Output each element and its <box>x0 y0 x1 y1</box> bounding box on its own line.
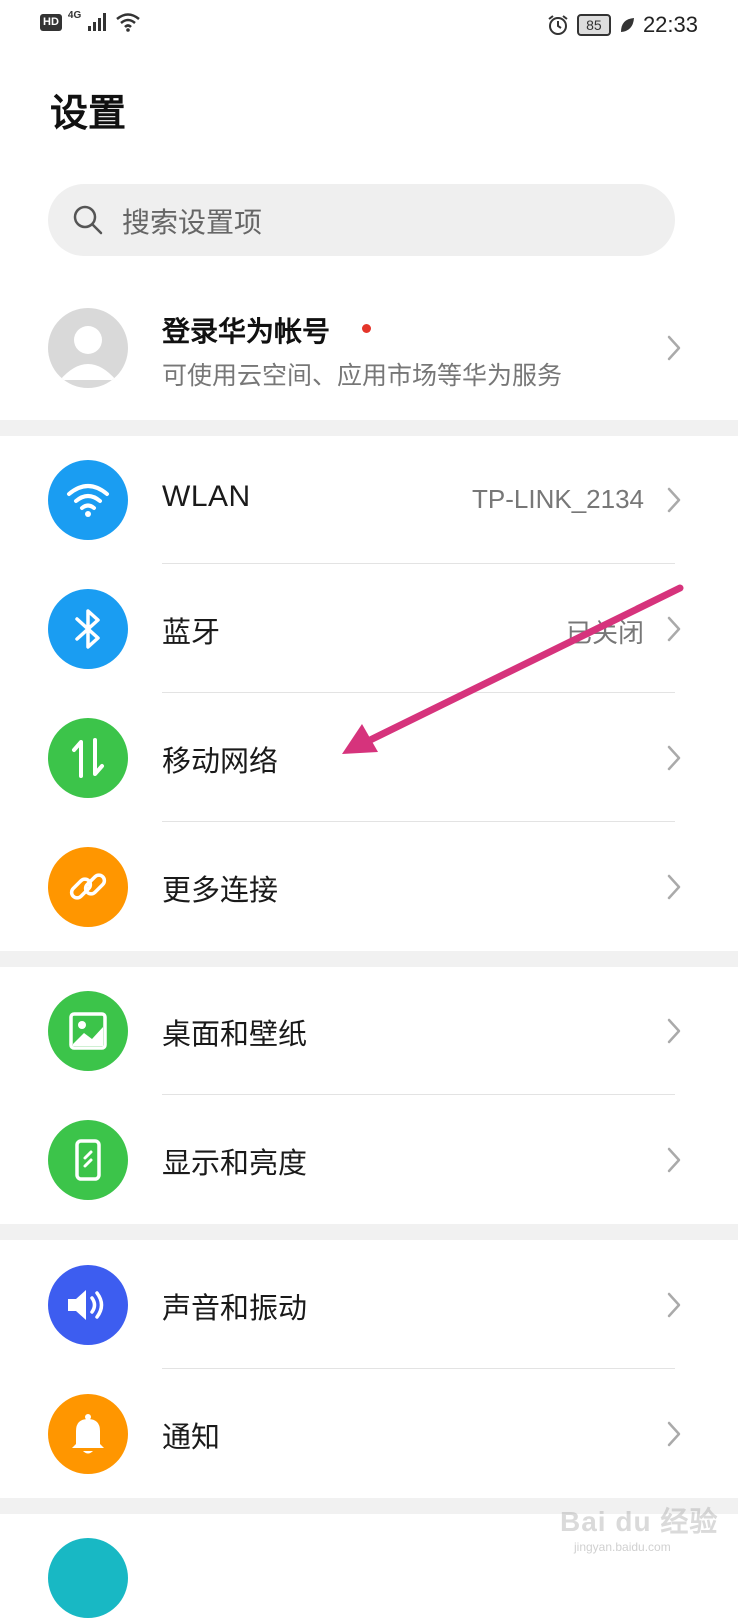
annotation-arrow <box>342 584 684 754</box>
baidu-watermark-url: jingyan.baidu.com <box>574 1540 671 1554</box>
baidu-watermark: Bai du 经验 <box>560 1506 719 1537</box>
